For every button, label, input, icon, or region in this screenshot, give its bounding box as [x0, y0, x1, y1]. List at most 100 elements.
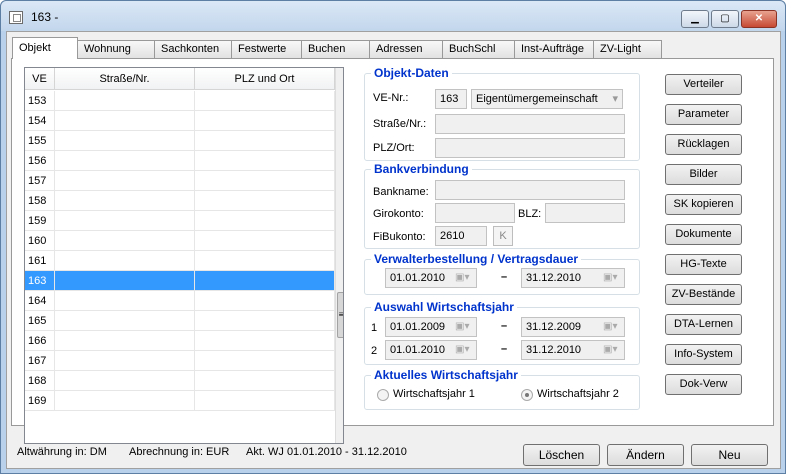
- wj1-radio[interactable]: [377, 389, 389, 401]
- objekt-tab-panel: VE Straße/Nr. PLZ und Ort 153 154 155 156 15…: [11, 58, 774, 444]
- table-row[interactable]: 160: [25, 231, 335, 251]
- strasse-label: Straße/Nr.:: [373, 118, 427, 130]
- calendar-dropdown-icon[interactable]: ▣▾: [455, 321, 473, 333]
- table-row[interactable]: 168: [25, 371, 335, 391]
- calendar-dropdown-icon[interactable]: ▣▾: [603, 344, 621, 356]
- table-row[interactable]: 156: [25, 151, 335, 171]
- close-button[interactable]: ✕: [741, 10, 777, 28]
- bilder-button[interactable]: Bilder: [665, 164, 742, 185]
- dok-verw-button[interactable]: Dok-Verw: [665, 374, 742, 395]
- date-range-dash: –: [501, 271, 508, 283]
- ve-cell: 158: [25, 191, 55, 211]
- objekt-daten-group: Objekt-Daten VE-Nr.: 163 Eigentümergemei…: [364, 66, 640, 161]
- objekt-grid[interactable]: VE Straße/Nr. PLZ und Ort 153 154 155 156 15…: [24, 67, 344, 444]
- plz-ort-field[interactable]: [435, 138, 625, 158]
- title-bar[interactable]: 163 - ▁ ▢ ✕: [1, 1, 785, 31]
- table-row[interactable]: 167: [25, 351, 335, 371]
- edit-button[interactable]: Ändern: [607, 444, 684, 466]
- ve-cell: 163: [25, 271, 55, 291]
- table-row[interactable]: 169: [25, 391, 335, 411]
- verwalter-to-date[interactable]: 31.12.2010 ▣▾: [521, 268, 625, 288]
- plz-ort-cell: [195, 171, 335, 191]
- ve-cell: 165: [25, 311, 55, 331]
- minimize-icon: ▁: [691, 13, 699, 24]
- new-button[interactable]: Neu: [691, 444, 768, 466]
- ve-cell: 161: [25, 251, 55, 271]
- ve-cell: 153: [25, 91, 55, 111]
- wj2-from-date[interactable]: 01.01.2010 ▣▾: [385, 340, 477, 360]
- delete-button[interactable]: Löschen: [523, 444, 600, 466]
- strasse-cell: [55, 331, 195, 351]
- ve-nr-field[interactable]: 163: [435, 89, 467, 109]
- column-header-strasse[interactable]: Straße/Nr.: [55, 68, 195, 90]
- parameter-button[interactable]: Parameter: [665, 104, 742, 125]
- verwalter-from-value: 01.01.2010: [390, 272, 446, 284]
- tab-buchschl[interactable]: BuchSchl: [442, 40, 515, 58]
- table-row[interactable]: 166: [25, 331, 335, 351]
- calendar-dropdown-icon[interactable]: ▣▾: [603, 272, 621, 284]
- table-row[interactable]: 155: [25, 131, 335, 151]
- calendar-dropdown-icon[interactable]: ▣▾: [455, 344, 473, 356]
- grid-scrollbar[interactable]: ≡: [335, 68, 343, 443]
- strasse-cell: [55, 251, 195, 271]
- calendar-dropdown-icon[interactable]: ▣▾: [603, 321, 621, 333]
- tab-sachkonten[interactable]: Sachkonten: [154, 40, 232, 58]
- hg-texte-button[interactable]: HG-Texte: [665, 254, 742, 275]
- window-title: 163 -: [31, 10, 59, 24]
- bankname-field[interactable]: [435, 180, 625, 200]
- verwalter-from-date[interactable]: 01.01.2010 ▣▾: [385, 268, 477, 288]
- strasse-cell: [55, 171, 195, 191]
- wj2-radio-label[interactable]: Wirtschaftsjahr 2: [537, 388, 619, 400]
- table-row[interactable]: 158: [25, 191, 335, 211]
- column-header-ve[interactable]: VE: [25, 68, 55, 90]
- zv-bestaende-button[interactable]: ZV-Bestände: [665, 284, 742, 305]
- wj1-radio-label[interactable]: Wirtschaftsjahr 1: [393, 388, 475, 400]
- table-row[interactable]: 164: [25, 291, 335, 311]
- wj2-radio[interactable]: [521, 389, 533, 401]
- ruecklagen-button[interactable]: Rücklagen: [665, 134, 742, 155]
- table-row[interactable]: 163: [25, 271, 335, 291]
- tab-festwerte[interactable]: Festwerte: [231, 40, 302, 58]
- dokumente-button[interactable]: Dokumente: [665, 224, 742, 245]
- verteiler-button[interactable]: Verteiler: [665, 74, 742, 95]
- tab-buchen[interactable]: Buchen: [301, 40, 370, 58]
- table-row[interactable]: 165: [25, 311, 335, 331]
- strasse-cell: [55, 111, 195, 131]
- blz-field[interactable]: [545, 203, 625, 223]
- table-row[interactable]: 154: [25, 111, 335, 131]
- ve-nr-label: VE-Nr.:: [373, 92, 409, 104]
- info-system-button[interactable]: Info-System: [665, 344, 742, 365]
- ve-cell: 155: [25, 131, 55, 151]
- tab-objekt[interactable]: Objekt: [12, 37, 78, 59]
- dta-lernen-button[interactable]: DTA-Lernen: [665, 314, 742, 335]
- sk-kopieren-button[interactable]: SK kopieren: [665, 194, 742, 215]
- tab-wohnung[interactable]: Wohnung: [77, 40, 155, 58]
- girokonto-field[interactable]: [435, 203, 515, 223]
- tab-adressen[interactable]: Adressen: [369, 40, 443, 58]
- strasse-cell: [55, 191, 195, 211]
- strasse-cell: [55, 231, 195, 251]
- calendar-dropdown-icon[interactable]: ▣▾: [455, 272, 473, 284]
- ve-cell: 168: [25, 371, 55, 391]
- plz-ort-cell: [195, 271, 335, 291]
- scrollbar-thumb[interactable]: ≡: [337, 292, 343, 338]
- k-button[interactable]: K: [493, 226, 513, 246]
- wj2-to-date[interactable]: 31.12.2010 ▣▾: [521, 340, 625, 360]
- maximize-button[interactable]: ▢: [711, 10, 739, 28]
- strasse-cell: [55, 151, 195, 171]
- fibukonto-field[interactable]: 2610: [435, 226, 487, 246]
- table-row[interactable]: 153: [25, 91, 335, 111]
- table-row[interactable]: 157: [25, 171, 335, 191]
- minimize-button[interactable]: ▁: [681, 10, 709, 28]
- column-header-plz-ort[interactable]: PLZ und Ort: [195, 68, 335, 90]
- wj1-from-date[interactable]: 01.01.2009 ▣▾: [385, 317, 477, 337]
- girokonto-label: Girokonto:: [373, 208, 424, 220]
- table-row[interactable]: 161: [25, 251, 335, 271]
- strasse-field[interactable]: [435, 114, 625, 134]
- wj1-to-date[interactable]: 31.12.2009 ▣▾: [521, 317, 625, 337]
- tab-zv-light[interactable]: ZV-Light: [593, 40, 662, 58]
- table-row[interactable]: 159: [25, 211, 335, 231]
- tab-inst-auftraege[interactable]: Inst-Aufträge: [514, 40, 594, 58]
- objekt-type-select[interactable]: Eigentümergemeinschaft: [471, 89, 623, 109]
- plz-ort-label: PLZ/Ort:: [373, 142, 415, 154]
